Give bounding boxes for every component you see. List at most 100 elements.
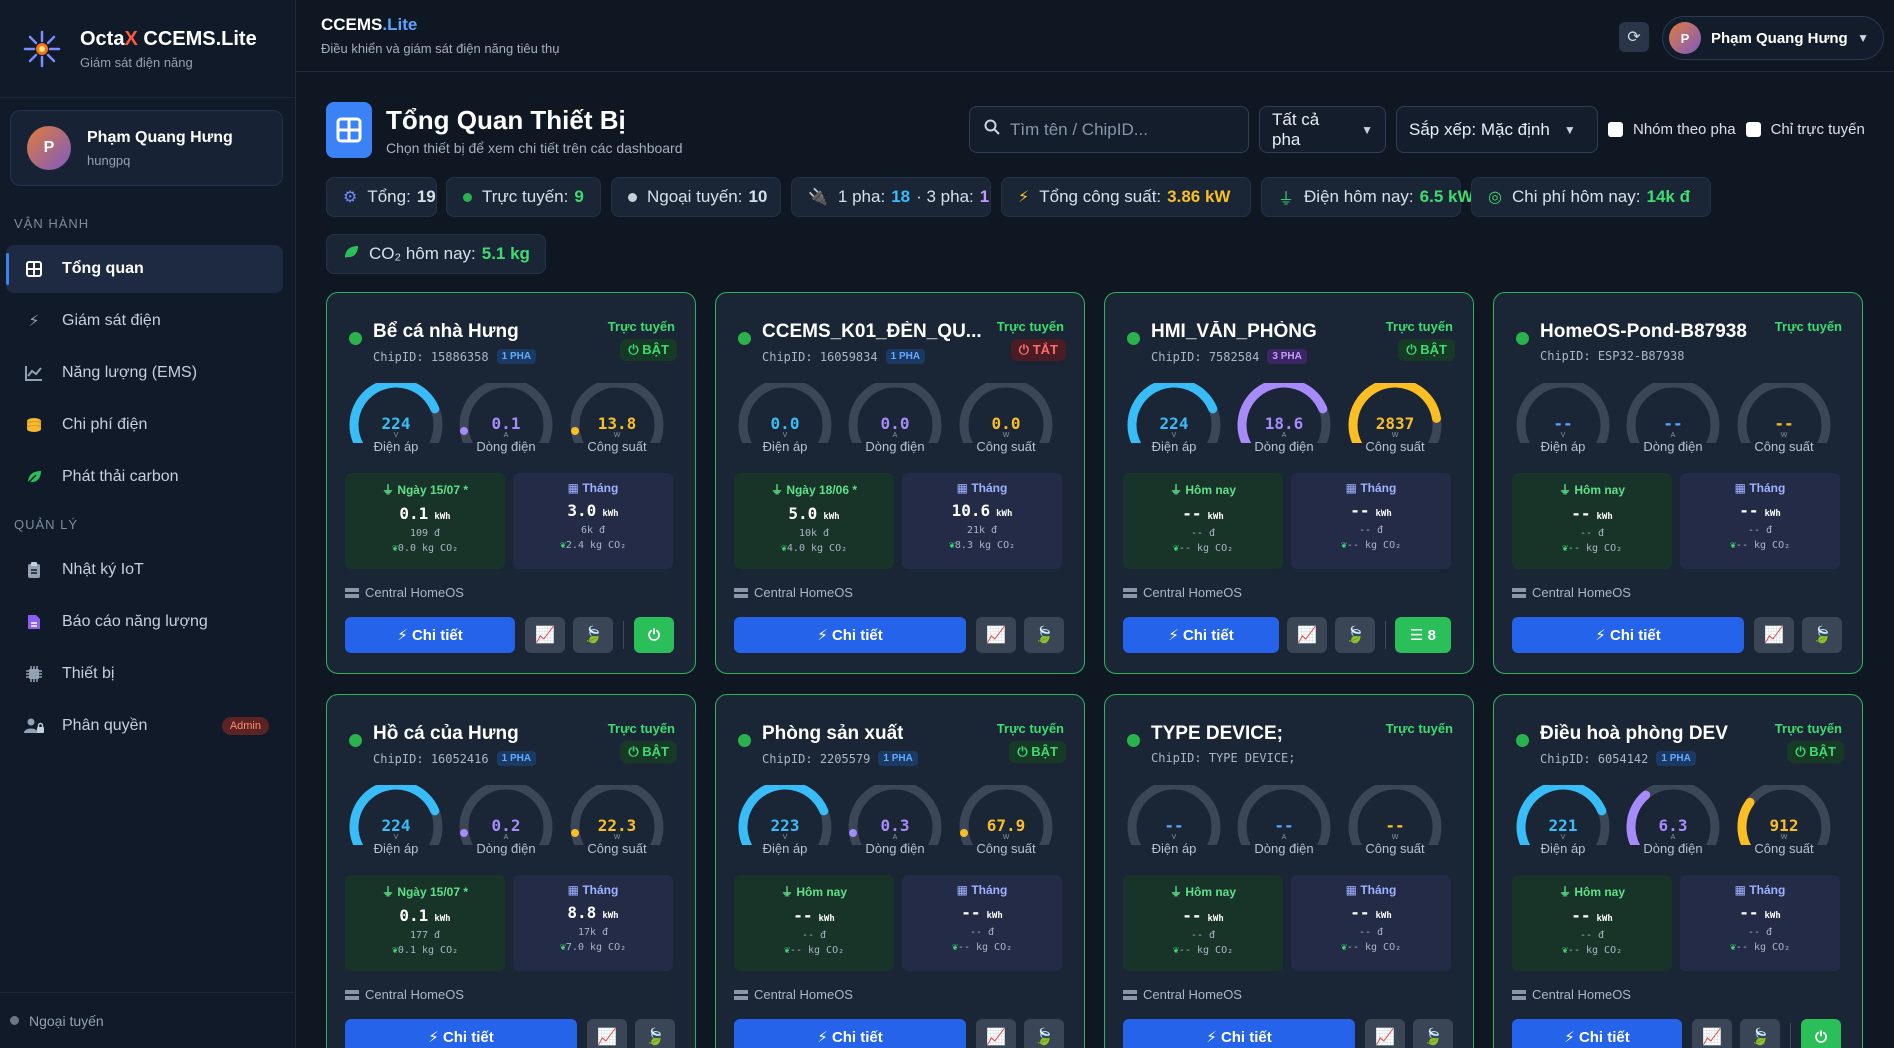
gauge-unit: W <box>1391 432 1399 439</box>
sidebar-item-energy-report[interactable]: Báo cáo năng lượng <box>6 598 283 646</box>
leaf-icon: 🍃 <box>1812 627 1832 644</box>
detail-button[interactable]: ⚡ Chi tiết <box>345 617 515 653</box>
calendar-icon: ▦ <box>956 481 968 495</box>
detail-button[interactable]: ⚡ Chi tiết <box>734 617 966 653</box>
group-by-phase-checkbox[interactable]: Nhóm theo pha <box>1608 121 1736 138</box>
card-actions: ⚡ Chi tiết 📈 🍃 ⏻ <box>345 617 679 653</box>
power-state-badge: ⏻ BẬT <box>1398 339 1455 361</box>
energy-today-co2: ❦-- kg CO₂ <box>1172 945 1234 956</box>
card-actions: ⚡ Chi tiết 📈 🍃 <box>1123 1019 1457 1048</box>
sidebar-item-overview[interactable]: Tổng quan <box>6 245 283 293</box>
detail-button[interactable]: ⚡ Chi tiết <box>1512 1019 1682 1048</box>
plug-icon: ⏚ <box>1558 483 1571 497</box>
gauge-unit: V <box>1171 834 1177 841</box>
carbon-button[interactable]: 🍃 <box>1024 617 1064 653</box>
search-input[interactable] <box>1010 119 1230 140</box>
calendar-icon: ▦ <box>1345 883 1357 897</box>
detail-button[interactable]: ⚡ Chi tiết <box>1123 617 1279 653</box>
sidebar-item-permissions[interactable]: Phân quyền Admin <box>6 702 283 750</box>
device-card[interactable]: Phòng sản xuất ChipID: 2205579 1 PHA Trực… <box>715 694 1085 1048</box>
chart-button[interactable]: 📈 <box>1692 1019 1732 1048</box>
voltage-gauge: -- V Điện áp <box>1512 383 1614 455</box>
chart-line-icon: 📈 <box>1764 627 1784 644</box>
gauge-value: -- <box>1553 414 1573 433</box>
carbon-button[interactable]: 🍃 <box>1335 617 1375 653</box>
gauge-unit: W <box>1002 432 1010 439</box>
power-icon: ⏻ <box>1018 342 1030 357</box>
checkbox-box[interactable] <box>1608 122 1623 137</box>
chart-button[interactable]: 📈 <box>976 1019 1016 1048</box>
chart-button[interactable]: 📈 <box>976 617 1016 653</box>
user-menu[interactable]: P Phạm Quang Hưng ▼ <box>1662 16 1884 60</box>
gauge-label: Điện áp <box>373 439 419 454</box>
gauge-unit: V <box>393 834 399 841</box>
channels-button[interactable]: ☰ 8 <box>1395 617 1451 653</box>
gauge-label: Điện áp <box>762 439 808 454</box>
plug-icon: ⏚ <box>1558 885 1571 899</box>
carbon-button[interactable]: 🍃 <box>1024 1019 1064 1048</box>
gateway: Central HomeOS <box>1512 585 1631 600</box>
sort-select-value: Sắp xếp: Mặc định <box>1409 119 1550 139</box>
refresh-button[interactable]: ⟳ <box>1619 22 1649 52</box>
chip-id: ChipID: 6054142 1 PHA <box>1540 751 1696 766</box>
energy-today-value: -- kWh <box>1571 504 1613 523</box>
device-card[interactable]: HomeOS-Pond-B87938 ChipID: ESP32-B87938 … <box>1493 292 1863 674</box>
chart-button[interactable]: 📈 <box>1287 617 1327 653</box>
device-card[interactable]: Hồ cá của Hưng ChipID: 16052416 1 PHA Trự… <box>326 694 696 1048</box>
detail-button[interactable]: ⚡ Chi tiết <box>734 1019 966 1048</box>
carbon-button[interactable]: 🍃 <box>1413 1019 1453 1048</box>
power-icon: ⏻ <box>1795 744 1806 759</box>
chart-button[interactable]: 📈 <box>1365 1019 1405 1048</box>
energy-today-header: ⏚ Hôm nay <box>780 885 848 899</box>
detail-button[interactable]: ⚡ Chi tiết <box>1512 617 1744 653</box>
offline-dot-icon <box>628 192 637 202</box>
brand[interactable]: OctaX CCEMS.Lite Giám sát điện năng <box>0 0 295 98</box>
device-card[interactable]: TYPE DEVICE; ChipID: TYPE DEVICE; Trực t… <box>1104 694 1474 1048</box>
gauge-label: Công suất <box>976 841 1036 856</box>
chart-button[interactable]: 📈 <box>587 1019 627 1048</box>
gauge-unit: V <box>1560 432 1566 439</box>
sidebar-item-cost[interactable]: Chi phí điện <box>6 401 283 449</box>
sidebar-item-energy[interactable]: Năng lượng (EMS) <box>6 349 283 397</box>
detail-button[interactable]: ⚡ Chi tiết <box>345 1019 577 1048</box>
chart-button[interactable]: 📈 <box>1754 617 1794 653</box>
sidebar-item-devices[interactable]: Thiết bị <box>6 650 283 698</box>
carbon-button[interactable]: 🍃 <box>635 1019 675 1048</box>
detail-button[interactable]: ⚡ Chi tiết <box>1123 1019 1355 1048</box>
current-gauge: 6.3 A Dòng điện <box>1622 785 1724 857</box>
phase-select[interactable]: Tất cả pha ▼ <box>1259 106 1386 153</box>
sidebar-item-power-monitoring[interactable]: ⚡ Giám sát điện <box>6 297 283 345</box>
device-name: HMI_VĂN_PHÒNG <box>1151 321 1317 342</box>
device-card[interactable]: CCEMS_K01_ĐÈN_QU... ChipID: 16059834 1 PH… <box>715 292 1085 674</box>
carbon-button[interactable]: 🍃 <box>573 617 613 653</box>
energy-month: ▦ Tháng -- kWh -- đ ❦-- kg CO₂ <box>902 875 1062 971</box>
search-box[interactable] <box>969 106 1249 153</box>
gauge-unit: W <box>1780 432 1788 439</box>
gauge-label: Dòng điện <box>1643 841 1703 856</box>
carbon-button[interactable]: 🍃 <box>1802 617 1842 653</box>
sidebar-item-carbon[interactable]: Phát thải carbon <box>6 453 283 501</box>
energy-today-cost: -- đ <box>1190 930 1216 941</box>
power-toggle-button[interactable]: ⏻ <box>634 617 674 653</box>
gauge-label: Dòng điện <box>865 841 925 856</box>
energy-today: ⏚ Hôm nay -- kWh -- đ ❦-- kg CO₂ <box>1512 473 1672 569</box>
sidebar-item-label: Thiết bị <box>62 665 115 682</box>
online-status: Trực tuyến <box>1385 319 1453 334</box>
carbon-button[interactable]: 🍃 <box>1740 1019 1780 1048</box>
device-card[interactable]: HMI_VĂN_PHÒNG ChipID: 7582584 3 PHA Trực … <box>1104 292 1474 674</box>
leaf-icon: 🍃 <box>583 627 603 644</box>
bolt-icon: ⚡ <box>28 313 40 330</box>
sidebar-item-iot-log[interactable]: Nhật ký IoT <box>6 546 283 594</box>
checkbox-box[interactable] <box>1745 122 1761 137</box>
voltage-gauge: 221 V Điện áp <box>1512 785 1614 857</box>
divider <box>1385 621 1386 649</box>
online-only-checkbox[interactable]: Chỉ trực tuyến <box>1745 121 1865 138</box>
user-card[interactable]: P Phạm Quang Hưng hungpq <box>10 110 283 186</box>
device-card[interactable]: Bể cá nhà Hưng ChipID: 15886358 1 PHA Trự… <box>326 292 696 674</box>
chart-button[interactable]: 📈 <box>525 617 565 653</box>
device-card[interactable]: Điều hoà phòng DEV ChipID: 6054142 1 PHA … <box>1493 694 1863 1048</box>
sort-select[interactable]: Sắp xếp: Mặc định ▼ <box>1396 106 1598 153</box>
leaf-icon <box>24 467 44 487</box>
power-toggle-button[interactable]: ⏻ <box>1801 1019 1841 1048</box>
gateway: Central HomeOS <box>1123 585 1242 600</box>
